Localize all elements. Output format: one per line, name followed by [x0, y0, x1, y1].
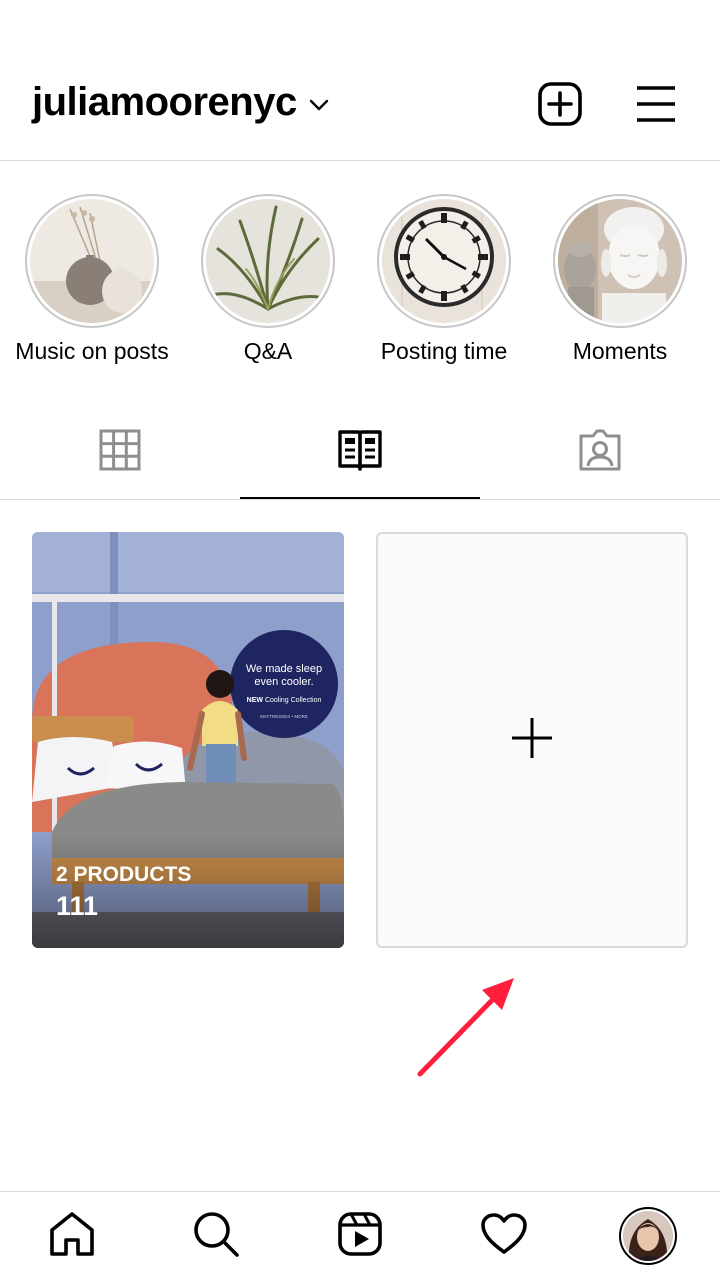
hamburger-menu-icon [635, 85, 677, 128]
sign-line-4: MATTRESSES • MORE [260, 714, 308, 719]
plus-icon [510, 716, 554, 765]
highlight-ring [377, 194, 511, 328]
tab-posts-grid[interactable] [0, 404, 240, 500]
highlight-label: Posting time [380, 338, 508, 364]
highlight-label: Music on posts [15, 338, 169, 364]
avatar-ring [619, 1207, 677, 1265]
highlight-ring [25, 194, 159, 328]
heart-icon [480, 1212, 528, 1261]
guide-number: 111 [56, 891, 99, 921]
search-icon [192, 1210, 240, 1263]
add-guide-button[interactable] [376, 532, 688, 948]
nav-search[interactable] [144, 1192, 288, 1280]
tab-guides[interactable] [240, 404, 480, 500]
grid-icon [99, 429, 141, 476]
buddha-photo [558, 199, 682, 323]
nav-profile[interactable] [576, 1192, 720, 1280]
highlight-label: Moments [572, 338, 668, 364]
vases-photo [30, 199, 154, 323]
highlight-ring [201, 194, 335, 328]
plant-photo [206, 199, 330, 323]
annotation-arrow [410, 970, 520, 1085]
profile-header: juliamoorenyc [0, 60, 720, 160]
profile-tabs [0, 404, 720, 500]
guide-products-count: 2 PRODUCTS [56, 863, 192, 886]
nav-home[interactable] [0, 1192, 144, 1280]
highlight-moments[interactable]: Moments [532, 194, 708, 365]
highlight-ring [553, 194, 687, 328]
nav-activity[interactable] [432, 1192, 576, 1280]
guide-book-icon [337, 428, 383, 477]
bottom-navigation [0, 1192, 720, 1280]
sign-line-3: NEW Cooling Collection [247, 697, 322, 704]
tab-tagged[interactable] [480, 404, 720, 500]
header-divider [0, 160, 720, 161]
highlight-label: Q&A [243, 338, 293, 364]
guide-card[interactable]: We made sleep even cooler. NEW Cooling C… [32, 532, 344, 948]
username: juliamoorenyc [32, 80, 297, 124]
menu-button[interactable] [632, 82, 680, 130]
guide-caption: 2 PRODUCTS 111 [56, 863, 191, 922]
story-highlights: Music on posts Q&A Posting time Moments [0, 194, 720, 374]
tabs-divider [0, 499, 720, 500]
avatar [623, 1211, 673, 1261]
tagged-person-icon [577, 428, 623, 477]
clock-photo [382, 199, 506, 323]
home-icon [48, 1210, 96, 1263]
sign-line-2: even cooler. [254, 676, 313, 688]
highlight-music-on-posts[interactable]: Music on posts [4, 194, 180, 365]
account-switcher[interactable]: juliamoorenyc [32, 80, 329, 125]
create-button[interactable] [536, 81, 584, 132]
reels-icon [337, 1211, 383, 1262]
highlight-posting-time[interactable]: Posting time [356, 194, 532, 365]
sign-line-1: We made sleep [246, 663, 322, 675]
plus-square-icon [537, 81, 583, 132]
nav-reels[interactable] [288, 1192, 432, 1280]
highlight-qa[interactable]: Q&A [180, 194, 356, 365]
chevron-down-icon [309, 98, 329, 116]
